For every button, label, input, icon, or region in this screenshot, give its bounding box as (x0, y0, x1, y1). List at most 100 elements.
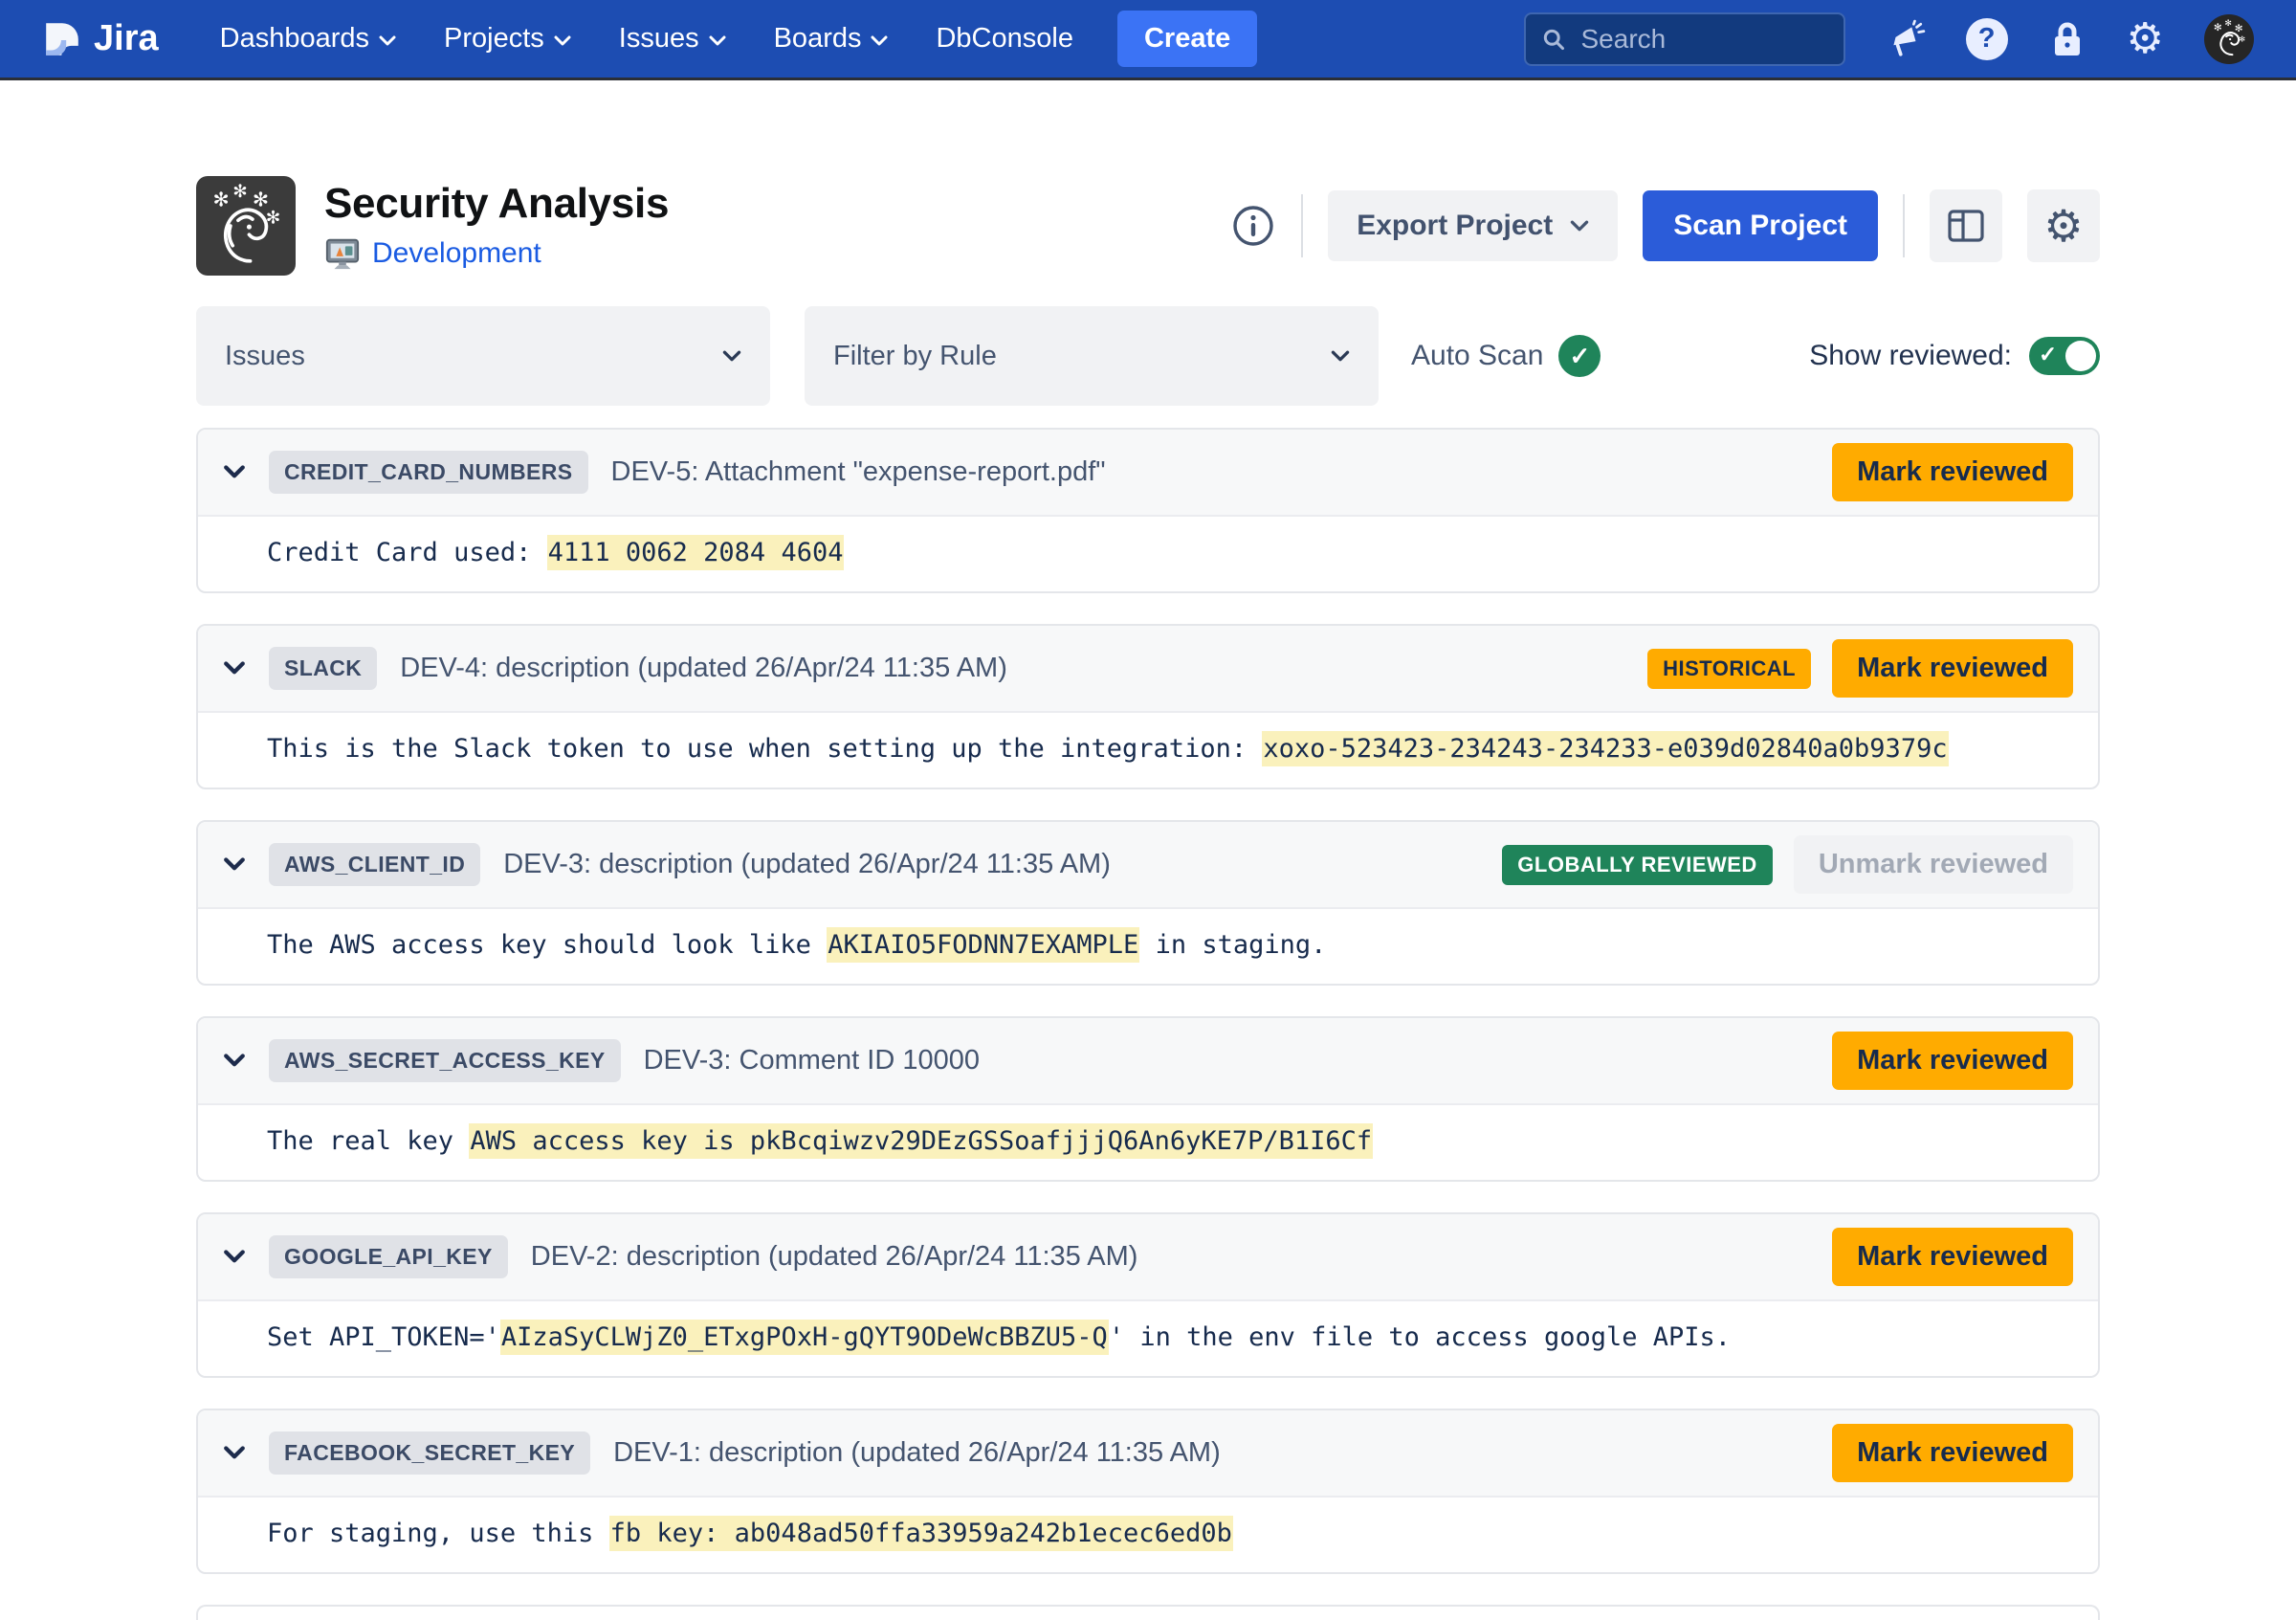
page-settings-button[interactable]: ⚙ (2027, 189, 2100, 262)
header-actions: Export Project Scan Project ⚙ (1230, 189, 2100, 262)
scan-project-button[interactable]: Scan Project (1643, 190, 1878, 261)
snippet-text: The real key (267, 1126, 469, 1156)
rule-tag: AWS_SECRET_ACCESS_KEY (269, 1039, 621, 1082)
chevron-down-icon (709, 35, 726, 47)
rule-filter-select[interactable]: Filter by Rule (805, 306, 1379, 406)
show-reviewed-toggle[interactable]: ✓ (2029, 337, 2100, 375)
title-block: Security Analysis Development (324, 180, 669, 272)
badge-historical: HISTORICAL (1647, 649, 1811, 689)
project-avatar: ✻ ✻ ✻ ✻ (196, 176, 296, 276)
rule-tag: CREDIT_CARD_NUMBERS (269, 451, 588, 494)
finding-header-actions: HISTORICAL Mark reviewed (1647, 639, 2073, 698)
create-button[interactable]: Create (1117, 11, 1257, 67)
review-button[interactable]: Mark reviewed (1832, 443, 2073, 501)
finding-title: DEV-5: Attachment "expense-report.pdf" (611, 456, 1106, 488)
toggle-knob (2065, 341, 2096, 371)
finding-card: CREDIT_CARD_NUMBERS DEV-5: Attachment "e… (196, 428, 2100, 593)
nav-item-label: DbConsole (936, 23, 1072, 55)
nav-item-boards[interactable]: Boards (774, 23, 889, 55)
toggle-check-icon: ✓ (2039, 342, 2057, 367)
finding-card-header: CREDIT_CARD_NUMBERS DEV-5: Attachment "e… (198, 430, 2098, 517)
finding-card: SLACK DEV-4: description (updated 26/Apr… (196, 624, 2100, 789)
project-breadcrumb-link[interactable]: Development (372, 237, 541, 270)
badge-reviewed: GLOBALLY REVIEWED (1502, 845, 1773, 885)
snippet-text: The AWS access key should look like (267, 930, 827, 960)
nav-item-issues[interactable]: Issues (619, 23, 726, 55)
review-button[interactable]: Unmark reviewed (1794, 835, 2073, 894)
collapse-chevron-icon[interactable] (223, 1446, 246, 1460)
nav-item-dashboards[interactable]: Dashboards (220, 23, 396, 55)
chevron-down-icon (722, 350, 741, 363)
settings-gear-icon[interactable]: ⚙ (2127, 18, 2164, 60)
info-icon[interactable] (1230, 203, 1276, 249)
global-search[interactable] (1524, 12, 1845, 66)
finding-card-header: SLACK DEV-4: description (updated 26/Apr… (198, 626, 2098, 713)
finding-title: DEV-3: Comment ID 10000 (644, 1045, 980, 1076)
panel-layout-button[interactable] (1930, 189, 2002, 262)
project-header: ✻ ✻ ✻ ✻ Security Analysis (196, 176, 2100, 276)
secret-highlight: AKIAIO5FODNN7EXAMPLE (827, 927, 1139, 963)
chevron-down-icon (1331, 350, 1350, 363)
badges: HISTORICAL (1647, 649, 1811, 689)
review-button[interactable]: Mark reviewed (1832, 1228, 2073, 1286)
question-glyph: ? (1966, 18, 2008, 60)
chevron-down-icon (379, 35, 396, 47)
rule-tag: GOOGLE_API_KEY (269, 1235, 508, 1278)
jira-logo[interactable]: Jira (42, 18, 159, 59)
check-circle-icon: ✓ (1558, 335, 1601, 377)
svg-text:✻: ✻ (213, 189, 230, 211)
auto-scan-status: Auto Scan ✓ (1411, 335, 1601, 377)
badges: GLOBALLY REVIEWED (1502, 845, 1773, 885)
scope-select-value: Issues (225, 341, 305, 372)
nav-item-label: Projects (444, 23, 544, 55)
collapse-chevron-icon[interactable] (223, 1054, 246, 1068)
svg-text:✻: ✻ (2235, 23, 2243, 33)
snippet-text: ' in the env file to access google APIs. (1109, 1322, 1731, 1352)
collapse-chevron-icon[interactable] (223, 661, 246, 676)
review-button[interactable]: Mark reviewed (1832, 639, 2073, 698)
review-button[interactable]: Mark reviewed (1832, 1424, 2073, 1482)
scope-select[interactable]: Issues (196, 306, 770, 406)
search-input[interactable] (1579, 23, 1828, 55)
auto-scan-label: Auto Scan (1411, 340, 1543, 372)
show-reviewed-control: Show reviewed: ✓ (1809, 337, 2100, 375)
export-project-label: Export Project (1357, 210, 1553, 242)
page-content: ✻ ✻ ✻ ✻ Security Analysis (196, 176, 2100, 1620)
divider (1301, 194, 1303, 257)
announcement-icon[interactable] (1886, 19, 1926, 59)
nav-item-label: Boards (774, 23, 862, 55)
nav-item-dbconsole[interactable]: DbConsole (936, 23, 1072, 55)
page-title: Security Analysis (324, 180, 669, 228)
user-avatar[interactable]: ✻ ✻ ✻ ✻ (2204, 14, 2254, 64)
collapse-chevron-icon[interactable] (223, 1250, 246, 1264)
snippet-text: For staging, use this (267, 1519, 609, 1548)
navbar-right: ? ⚙ ✻ ✻ ✻ ✻ (1524, 12, 2254, 66)
top-navbar: Jira Dashboards Projects Issues Boards D… (0, 0, 2296, 80)
review-button[interactable]: Mark reviewed (1832, 1032, 2073, 1090)
svg-text:✻: ✻ (232, 182, 247, 201)
nav-item-label: Dashboards (220, 23, 369, 55)
collapse-chevron-icon[interactable] (223, 857, 246, 872)
finding-card: GOOGLE_API_KEY DEV-2: description (updat… (196, 1212, 2100, 1378)
finding-snippet: This is the Slack token to use when sett… (198, 713, 2098, 788)
collapse-chevron-icon[interactable] (223, 465, 246, 479)
finding-snippet: The AWS access key should look like AKIA… (198, 909, 2098, 984)
finding-card-header: GOOGLE_API_KEY DEV-2: description (updat… (198, 1214, 2098, 1301)
finding-card-header: AWS_CLIENT_ID DEV-3: description (update… (198, 822, 2098, 909)
lock-icon[interactable] (2048, 18, 2086, 60)
desktop-computer-emoji (324, 235, 361, 272)
divider (1903, 194, 1905, 257)
snippet-text: This is the Slack token to use when sett… (267, 734, 1262, 764)
finding-snippet: For staging, use this fb key: ab048ad50f… (198, 1498, 2098, 1572)
snippet-text: Set API_TOKEN=' (267, 1322, 500, 1352)
nav-item-projects[interactable]: Projects (444, 23, 571, 55)
help-icon[interactable]: ? (1966, 18, 2008, 60)
primary-nav: Dashboards Projects Issues Boards DbCons… (220, 23, 1073, 55)
secret-highlight: AWS access key is pkBcqiwzv29DEzGSSoafjj… (469, 1123, 1373, 1159)
finding-card-header: FACEBOOK_SECRET_KEY DEV-1: description (… (198, 1410, 2098, 1498)
rule-tag: FACEBOOK_SECRET_KEY (269, 1431, 590, 1475)
project-link-row: Development (324, 235, 669, 272)
finding-header-actions: Mark reviewed (1811, 1424, 2073, 1482)
export-project-button[interactable]: Export Project (1328, 190, 1618, 261)
rule-filter-value: Filter by Rule (833, 341, 997, 372)
